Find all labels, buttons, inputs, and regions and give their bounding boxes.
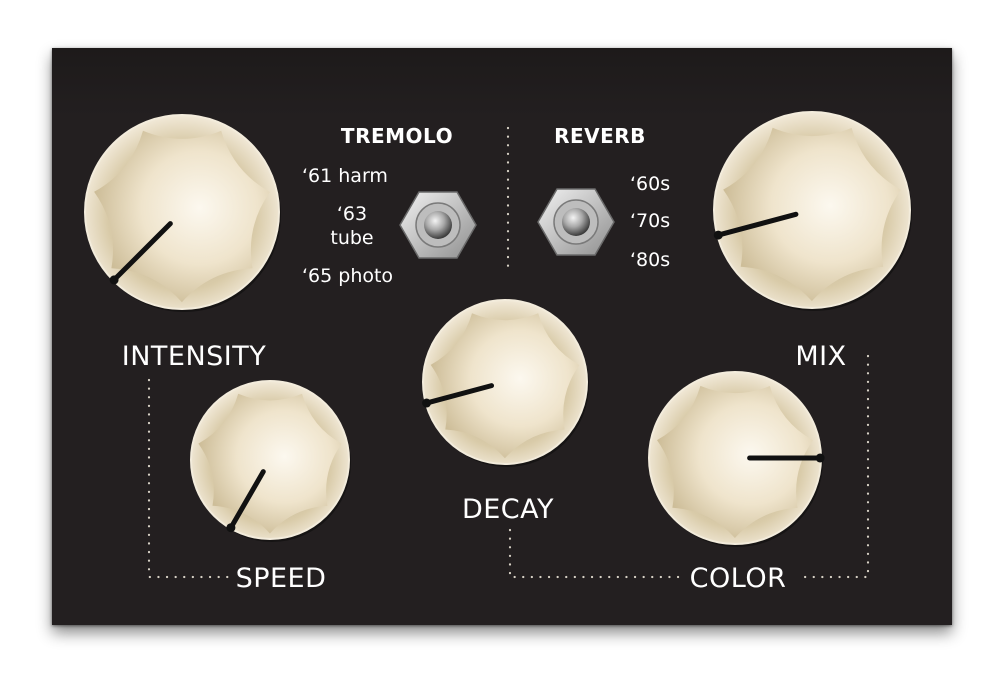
decay-knob-pointer-dot xyxy=(422,398,432,408)
decay-label: DECAY xyxy=(462,494,554,525)
reverb-option-70s: ‘70s xyxy=(630,210,670,232)
tremolo-toggle-switch[interactable] xyxy=(399,191,477,259)
reverb-option-60s: ‘60s xyxy=(630,173,670,195)
color-label: COLOR xyxy=(690,563,787,594)
color-knob-pointer-dot xyxy=(815,453,825,463)
reverb-title: REVERB xyxy=(554,124,646,148)
pedal-control-surface: TREMOLO REVERB ‘61 harm ‘63 tube ‘65 pho… xyxy=(0,0,1006,675)
tremolo-title: TREMOLO xyxy=(341,124,453,148)
tremolo-option-63: ‘63 xyxy=(337,203,367,225)
reverb-toggle-bat xyxy=(562,208,590,236)
intensity-knob-pointer-dot xyxy=(109,275,119,285)
color-guide-left xyxy=(508,528,682,579)
tremolo-toggle-bat xyxy=(424,211,452,239)
tremolo-option-tube: tube xyxy=(330,227,373,249)
tremolo-option-65-photo: ‘65 photo xyxy=(302,265,393,287)
reverb-toggle-switch[interactable] xyxy=(537,188,615,256)
color-knob[interactable] xyxy=(648,371,825,547)
intensity-label: INTENSITY xyxy=(122,341,267,372)
decay-knob[interactable] xyxy=(422,299,589,467)
speed-label: SPEED xyxy=(236,563,327,594)
tremolo-option-61-harm: ‘61 harm xyxy=(302,165,388,187)
intensity-knob[interactable] xyxy=(84,114,281,312)
speed-knob-pointer-dot xyxy=(226,523,236,533)
speed-knob[interactable] xyxy=(190,380,351,542)
controls-layer: TREMOLO REVERB ‘61 harm ‘63 tube ‘65 pho… xyxy=(84,111,912,594)
reverb-option-80s: ‘80s xyxy=(630,249,670,271)
mix-knob[interactable] xyxy=(713,111,912,311)
mix-label: MIX xyxy=(795,341,846,372)
mix-knob-pointer-dot xyxy=(713,230,723,240)
